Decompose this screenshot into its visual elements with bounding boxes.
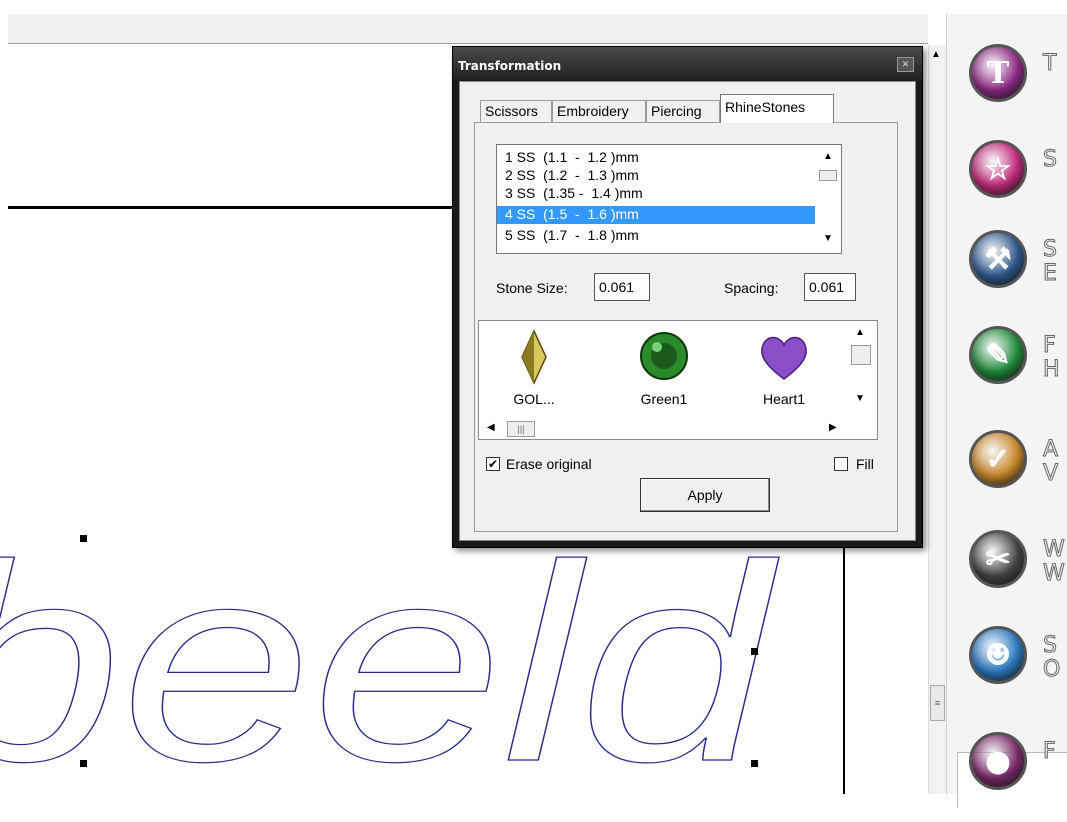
palette-item[interactable]: ⚒ S E: [947, 230, 1067, 320]
gallery-horizontal-scrollbar[interactable]: ◀ ||| ▶: [479, 419, 845, 439]
palette-item[interactable]: ☻ S O: [947, 626, 1067, 716]
stone-item-gold[interactable]: GOL...: [489, 329, 579, 409]
selection-handle-bl[interactable]: [80, 760, 87, 767]
scroll-down-icon[interactable]: ▼: [823, 233, 833, 244]
palette-item-label: S E: [1043, 237, 1058, 286]
palette-item[interactable]: ✂ W W: [947, 530, 1067, 620]
fill-checkbox[interactable]: [834, 457, 848, 471]
dialog-client: Scissors Embroidery Piercing RhineStones…: [459, 81, 916, 541]
palette-item-label: A V: [1042, 437, 1059, 486]
scroll-up-icon[interactable]: ▲: [931, 49, 941, 60]
tab-embroidery[interactable]: Embroidery: [552, 100, 646, 122]
scroll-left-icon[interactable]: ◀: [487, 422, 495, 433]
tab-scissors[interactable]: Scissors: [480, 100, 552, 122]
eye-scissors-icon[interactable]: ✂: [969, 530, 1027, 588]
people-share-icon[interactable]: ☻: [969, 626, 1027, 684]
palette-item-label: F: [1043, 739, 1057, 764]
scroll-up-icon[interactable]: ▲: [855, 327, 865, 338]
palette-item[interactable]: ✓ A V: [947, 430, 1067, 520]
dialog-titlebar[interactable]: Transformation ✕: [453, 47, 922, 81]
scrollbar-thumb[interactable]: [851, 345, 871, 365]
canvas-vertical-scrollbar[interactable]: ▲ ≡: [928, 45, 946, 794]
list-scrollbar[interactable]: ▲ ▼: [815, 145, 841, 253]
palette-item-label: T: [1042, 51, 1057, 76]
gallery-vertical-scrollbar[interactable]: ▲ ▼: [845, 321, 877, 419]
palette-item[interactable]: TT: [947, 44, 1067, 134]
gold-navette-stone-icon: [521, 329, 547, 385]
close-icon[interactable]: ✕: [897, 57, 914, 72]
tab-piercing[interactable]: Piercing: [646, 100, 720, 122]
scrollbar-thumb[interactable]: [819, 170, 837, 181]
purple-heart-stone-icon: [761, 336, 807, 380]
stone-item-heart[interactable]: Heart1: [739, 329, 829, 409]
palette-item-label: S: [1043, 147, 1058, 172]
list-item-selected[interactable]: 4 SS (1.5 - 1.6 )mm: [497, 206, 817, 224]
scroll-right-icon[interactable]: ▶: [829, 422, 837, 433]
fill-label: Fill: [856, 456, 874, 472]
check-badge-icon[interactable]: ✓: [969, 430, 1027, 488]
selection-handle-br[interactable]: [751, 760, 758, 767]
dialog-title: Transformation: [458, 59, 562, 73]
scrollbar-thumb[interactable]: |||: [507, 421, 535, 437]
stone-gallery[interactable]: GOL... Green1 Heart1 ▲ ▼ ◀ ||| ▶: [478, 320, 878, 440]
guide-line-horizontal: [8, 206, 453, 209]
stone-size-label: Stone Size:: [496, 280, 568, 296]
list-item[interactable]: 1 SS (1.1 - 1.2 )mm: [505, 149, 639, 167]
scroll-down-icon[interactable]: ▼: [855, 393, 865, 404]
tools-icon[interactable]: ⚒: [969, 230, 1027, 288]
stone-size-list[interactable]: 1 SS (1.1 - 1.2 )mm 2 SS (1.2 - 1.3 )mm …: [496, 144, 842, 254]
list-item[interactable]: 3 SS (1.35 - 1.4 )mm: [505, 185, 643, 203]
tab-rhinestones[interactable]: RhineStones: [720, 94, 834, 123]
scrollbar-thumb[interactable]: ≡: [930, 685, 945, 721]
list-item[interactable]: 2 SS (1.2 - 1.3 )mm: [505, 167, 639, 185]
palette-item[interactable]: ● F: [947, 732, 1067, 822]
apply-button[interactable]: Apply: [640, 478, 770, 512]
stone-item-green[interactable]: Green1: [619, 329, 709, 409]
scroll-up-icon[interactable]: ▲: [823, 151, 833, 162]
selection-handle-mr[interactable]: [751, 648, 758, 655]
spacing-label: Spacing:: [724, 280, 779, 296]
palette-item[interactable]: ✎ F H: [947, 326, 1067, 416]
palette-item[interactable]: ☆ S: [947, 140, 1067, 230]
stone-name: GOL...: [513, 391, 555, 407]
pen-tool-icon[interactable]: ✎: [969, 326, 1027, 384]
transformation-dialog: Transformation ✕ Scissors Embroidery Pie…: [452, 46, 923, 548]
erase-original-checkbox[interactable]: ✔: [486, 457, 500, 471]
green-round-stone-icon: [640, 332, 688, 380]
erase-original-label: Erase original: [506, 456, 592, 472]
canvas-text: beeld: [0, 530, 783, 794]
outlined-text[interactable]: beeld: [0, 530, 800, 794]
spacing-field[interactable]: 0.061: [804, 273, 856, 301]
guide-line-vertical: [843, 548, 845, 794]
list-item[interactable]: 5 SS (1.7 - 1.8 )mm: [505, 227, 639, 245]
stone-name: Green1: [640, 391, 688, 407]
shape-star-icon[interactable]: ☆: [969, 140, 1027, 198]
palette-item-label: F H: [1043, 333, 1061, 382]
palette-item-label: S O: [1042, 633, 1061, 682]
top-strip: [0, 0, 1067, 14]
ruler-bar: [8, 14, 928, 44]
dialog-body: Scissors Embroidery Piercing RhineStones…: [460, 82, 915, 540]
selection-handle-tl[interactable]: [80, 535, 87, 542]
stone-size-field[interactable]: 0.061: [594, 273, 650, 301]
palette-item-label: W W: [1043, 537, 1066, 586]
tool-palette: T T ☆ S ⚒ S E ✎ F H ✓ A V ✂ W W ☻ S O ● F: [946, 14, 1067, 808]
stone-name: Heart1: [762, 391, 806, 407]
text-tool-icon[interactable]: T: [969, 44, 1027, 102]
rhinestone-icon[interactable]: ●: [969, 732, 1027, 790]
